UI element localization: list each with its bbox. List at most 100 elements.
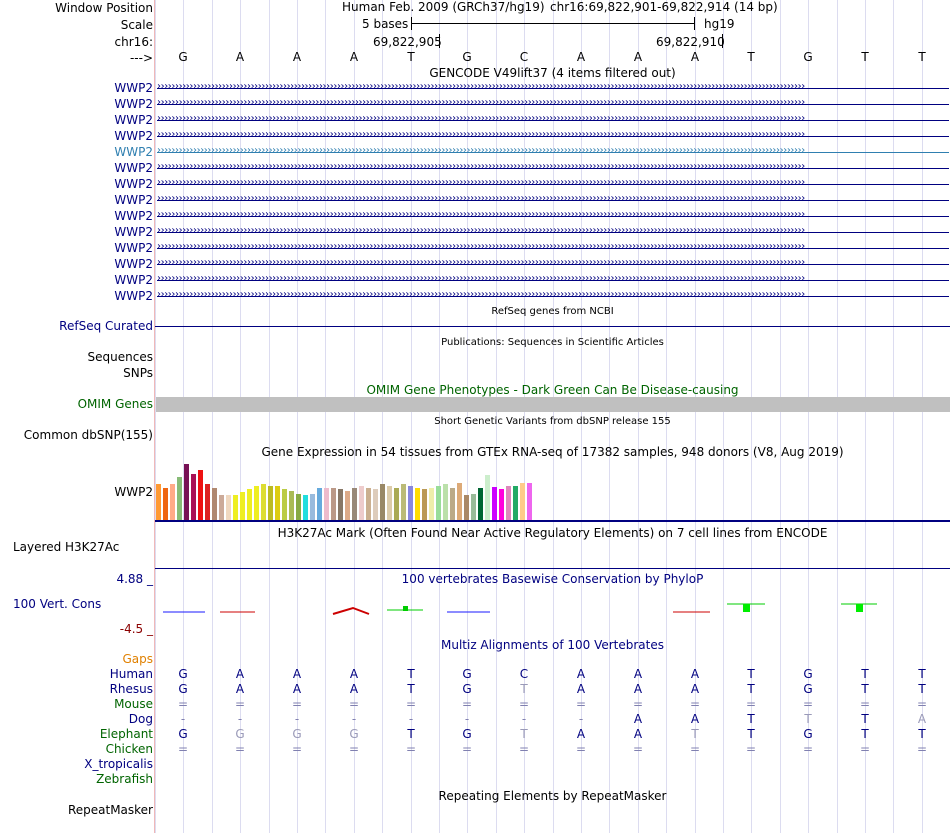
gtex-tissue-bar[interactable] (170, 484, 175, 520)
gtex-tissue-bar[interactable] (492, 487, 497, 520)
gtex-tissue-bar[interactable] (212, 488, 217, 520)
gencode-transcript-line[interactable]: ››››››››››››››››››››››››››››››››››››››››… (157, 228, 949, 237)
gencode-transcript-label[interactable]: WWP2 (114, 225, 153, 239)
gtex-tissue-bar[interactable] (464, 495, 469, 520)
gencode-transcript-label[interactable]: WWP2 (114, 177, 153, 191)
refseq-gene-line[interactable] (155, 326, 950, 327)
dbsnp-track-label[interactable]: Common dbSNP(155) (24, 428, 153, 442)
gencode-transcript-line[interactable]: ››››››››››››››››››››››››››››››››››››››››… (157, 244, 949, 253)
gtex-tissue-bar[interactable] (310, 494, 315, 520)
gtex-tissue-bar[interactable] (499, 489, 504, 520)
gtex-tissue-bar[interactable] (247, 489, 252, 520)
gtex-tissue-bar[interactable] (338, 489, 343, 520)
repeatmasker-track-label[interactable]: RepeatMasker (68, 803, 153, 817)
gtex-tissue-bar[interactable] (268, 486, 273, 520)
gtex-tissue-bar[interactable] (520, 483, 525, 520)
multiz-species-label[interactable]: X_tropicalis (84, 757, 153, 771)
gencode-transcript-line[interactable]: ››››››››››››››››››››››››››››››››››››››››… (157, 100, 949, 109)
gtex-tissue-bar[interactable] (324, 488, 329, 520)
gtex-tissue-bar[interactable] (254, 486, 259, 520)
gtex-track-label[interactable]: WWP2 (114, 485, 153, 499)
refseq-track-label[interactable]: RefSeq Curated (59, 319, 153, 333)
gtex-tissue-bar[interactable] (401, 484, 406, 520)
gtex-tissue-bar[interactable] (156, 484, 161, 520)
gencode-transcript-line[interactable]: ››››››››››››››››››››››››››››››››››››››››… (157, 196, 949, 205)
phylop-conservation-graph[interactable] (155, 596, 950, 620)
gencode-transcript-label[interactable]: WWP2 (114, 193, 153, 207)
gtex-tissue-bar[interactable] (226, 495, 231, 520)
gtex-tissue-bar[interactable] (436, 486, 441, 520)
omim-gene-bar[interactable] (156, 397, 950, 412)
gtex-tissue-bar[interactable] (345, 491, 350, 520)
gtex-tissue-bar[interactable] (331, 488, 336, 520)
gencode-transcript-label[interactable]: WWP2 (114, 289, 153, 303)
multiz-species-label[interactable]: Chicken (106, 742, 153, 756)
gtex-tissue-bar[interactable] (359, 486, 364, 520)
omim-track-label[interactable]: OMIM Genes (78, 397, 153, 411)
gtex-tissue-bar[interactable] (177, 477, 182, 520)
h3k27ac-track-label[interactable]: Layered H3K27Ac (13, 540, 119, 554)
gencode-transcript-label[interactable]: WWP2 (114, 241, 153, 255)
gencode-transcript-label[interactable]: WWP2 (114, 257, 153, 271)
gtex-tissue-bar[interactable] (233, 495, 238, 520)
gencode-transcript-label[interactable]: WWP2 (114, 129, 153, 143)
gtex-tissue-bar[interactable] (394, 488, 399, 520)
gtex-tissue-bar[interactable] (408, 486, 413, 520)
gtex-tissue-bar[interactable] (198, 470, 203, 520)
gtex-tissue-bar[interactable] (191, 474, 196, 520)
gtex-expression-bars[interactable] (156, 458, 536, 520)
multiz-species-label[interactable]: Elephant (100, 727, 153, 741)
gencode-transcript-line[interactable]: ››››››››››››››››››››››››››››››››››››››››… (157, 148, 949, 157)
multiz-species-label[interactable]: Mouse (114, 697, 153, 711)
gtex-tissue-bar[interactable] (275, 486, 280, 520)
gtex-tissue-bar[interactable] (289, 491, 294, 520)
phylop-track-label[interactable]: 100 Vert. Cons (13, 597, 101, 611)
multiz-species-label[interactable]: Zebrafish (96, 772, 153, 786)
gencode-transcript-label[interactable]: WWP2 (114, 273, 153, 287)
gencode-transcript-label[interactable]: WWP2 (114, 97, 153, 111)
gtex-tissue-bar[interactable] (184, 464, 189, 520)
publications-sequences-label[interactable]: Sequences (88, 350, 153, 364)
gtex-tissue-bar[interactable] (429, 488, 434, 520)
gtex-tissue-bar[interactable] (261, 484, 266, 520)
gtex-tissue-bar[interactable] (485, 475, 490, 520)
gencode-transcript-line[interactable]: ››››››››››››››››››››››››››››››››››››››››… (157, 164, 949, 173)
gtex-tissue-bar[interactable] (219, 495, 224, 520)
gencode-transcript-line[interactable]: ››››››››››››››››››››››››››››››››››››››››… (157, 212, 949, 221)
gtex-tissue-bar[interactable] (366, 488, 371, 520)
gencode-transcript-label[interactable]: WWP2 (114, 113, 153, 127)
gtex-tissue-bar[interactable] (303, 495, 308, 520)
gtex-tissue-bar[interactable] (457, 483, 462, 520)
gencode-transcript-line[interactable]: ››››››››››››››››››››››››››››››››››››››››… (157, 180, 949, 189)
gtex-tissue-bar[interactable] (205, 484, 210, 520)
gtex-tissue-bar[interactable] (317, 488, 322, 520)
gtex-tissue-bar[interactable] (527, 483, 532, 520)
gtex-tissue-bar[interactable] (513, 486, 518, 520)
gencode-transcript-label[interactable]: WWP2 (114, 209, 153, 223)
gencode-transcript-label[interactable]: WWP2 (114, 81, 153, 95)
gencode-transcript-label[interactable]: WWP2 (114, 161, 153, 175)
multiz-species-label[interactable]: Rhesus (110, 682, 153, 696)
gtex-tissue-bar[interactable] (471, 494, 476, 520)
gtex-tissue-bar[interactable] (352, 488, 357, 520)
gtex-tissue-bar[interactable] (443, 484, 448, 520)
gencode-transcript-line[interactable]: ››››››››››››››››››››››››››››››››››››››››… (157, 132, 949, 141)
multiz-species-label[interactable]: Human (110, 667, 153, 681)
gtex-tissue-bar[interactable] (163, 488, 168, 520)
multiz-species-label[interactable]: Dog (129, 712, 153, 726)
gencode-transcript-line[interactable]: ››››››››››››››››››››››››››››››››››››››››… (157, 260, 949, 269)
gtex-tissue-bar[interactable] (506, 486, 511, 520)
publications-snps-label[interactable]: SNPs (123, 366, 153, 380)
gtex-tissue-bar[interactable] (282, 489, 287, 520)
gencode-transcript-line[interactable]: ››››››››››››››››››››››››››››››››››››››››… (157, 292, 949, 301)
gtex-tissue-bar[interactable] (387, 486, 392, 520)
gtex-tissue-bar[interactable] (380, 484, 385, 520)
gencode-transcript-label[interactable]: WWP2 (114, 145, 153, 159)
gtex-tissue-bar[interactable] (296, 494, 301, 520)
gencode-transcript-line[interactable]: ››››››››››››››››››››››››››››››››››››››››… (157, 276, 949, 285)
gtex-tissue-bar[interactable] (450, 488, 455, 520)
gtex-tissue-bar[interactable] (478, 488, 483, 520)
gencode-transcript-line[interactable]: ››››››››››››››››››››››››››››››››››››››››… (157, 116, 949, 125)
gtex-tissue-bar[interactable] (373, 489, 378, 520)
gtex-tissue-bar[interactable] (240, 492, 245, 520)
